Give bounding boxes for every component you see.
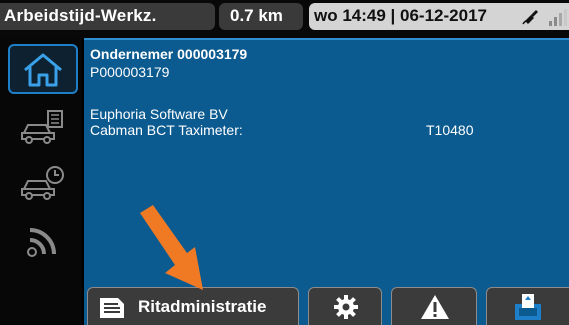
datetime-indicator: wo 14:49 | 06-12-2017 bbox=[309, 3, 519, 30]
settings-gear-icon bbox=[334, 295, 358, 319]
pointer-arrow-icon bbox=[140, 205, 203, 290]
permit-number: P000003179 bbox=[90, 64, 170, 80]
upload-icon bbox=[515, 294, 541, 320]
sidebar-item-time[interactable] bbox=[10, 156, 76, 206]
warning-icon bbox=[421, 295, 449, 319]
taxi-meter-icon bbox=[21, 110, 63, 144]
distance-indicator: 0.7 km bbox=[219, 3, 303, 30]
work-mode-indicator[interactable]: Arbeidstijd-Werkz. bbox=[0, 3, 215, 30]
sidebar-item-wireless[interactable] bbox=[10, 216, 76, 266]
datetime-label: wo 14:49 | 06-12-2017 bbox=[314, 6, 487, 25]
upload-button[interactable] bbox=[486, 287, 569, 325]
taximeter-value: T10480 bbox=[426, 122, 474, 138]
sidebar-item-meter[interactable] bbox=[10, 100, 76, 150]
settings-button[interactable] bbox=[308, 287, 382, 325]
sidebar bbox=[0, 38, 82, 325]
wireless-icon bbox=[27, 228, 56, 257]
company-name: Euphoria Software BV bbox=[90, 106, 228, 122]
document-icon bbox=[100, 298, 124, 318]
home-icon bbox=[24, 53, 62, 87]
signal-strength-icon bbox=[545, 3, 569, 30]
distance-label: 0.7 km bbox=[230, 6, 283, 25]
taxi-clock-icon bbox=[21, 166, 64, 200]
satellite-icon bbox=[519, 3, 545, 30]
rit-administration-label: Ritadministratie bbox=[138, 297, 267, 316]
sidebar-item-home[interactable] bbox=[8, 44, 78, 94]
entrepreneur-label: Ondernemer 000003179 bbox=[90, 46, 248, 62]
work-mode-label: Arbeidstijd-Werkz. bbox=[4, 6, 157, 25]
status-bar: Arbeidstijd-Werkz. 0.7 km wo 14:49 | 06-… bbox=[0, 0, 569, 38]
warning-button[interactable] bbox=[391, 287, 477, 325]
taximeter-label: Cabman BCT Taximeter: bbox=[90, 122, 243, 138]
